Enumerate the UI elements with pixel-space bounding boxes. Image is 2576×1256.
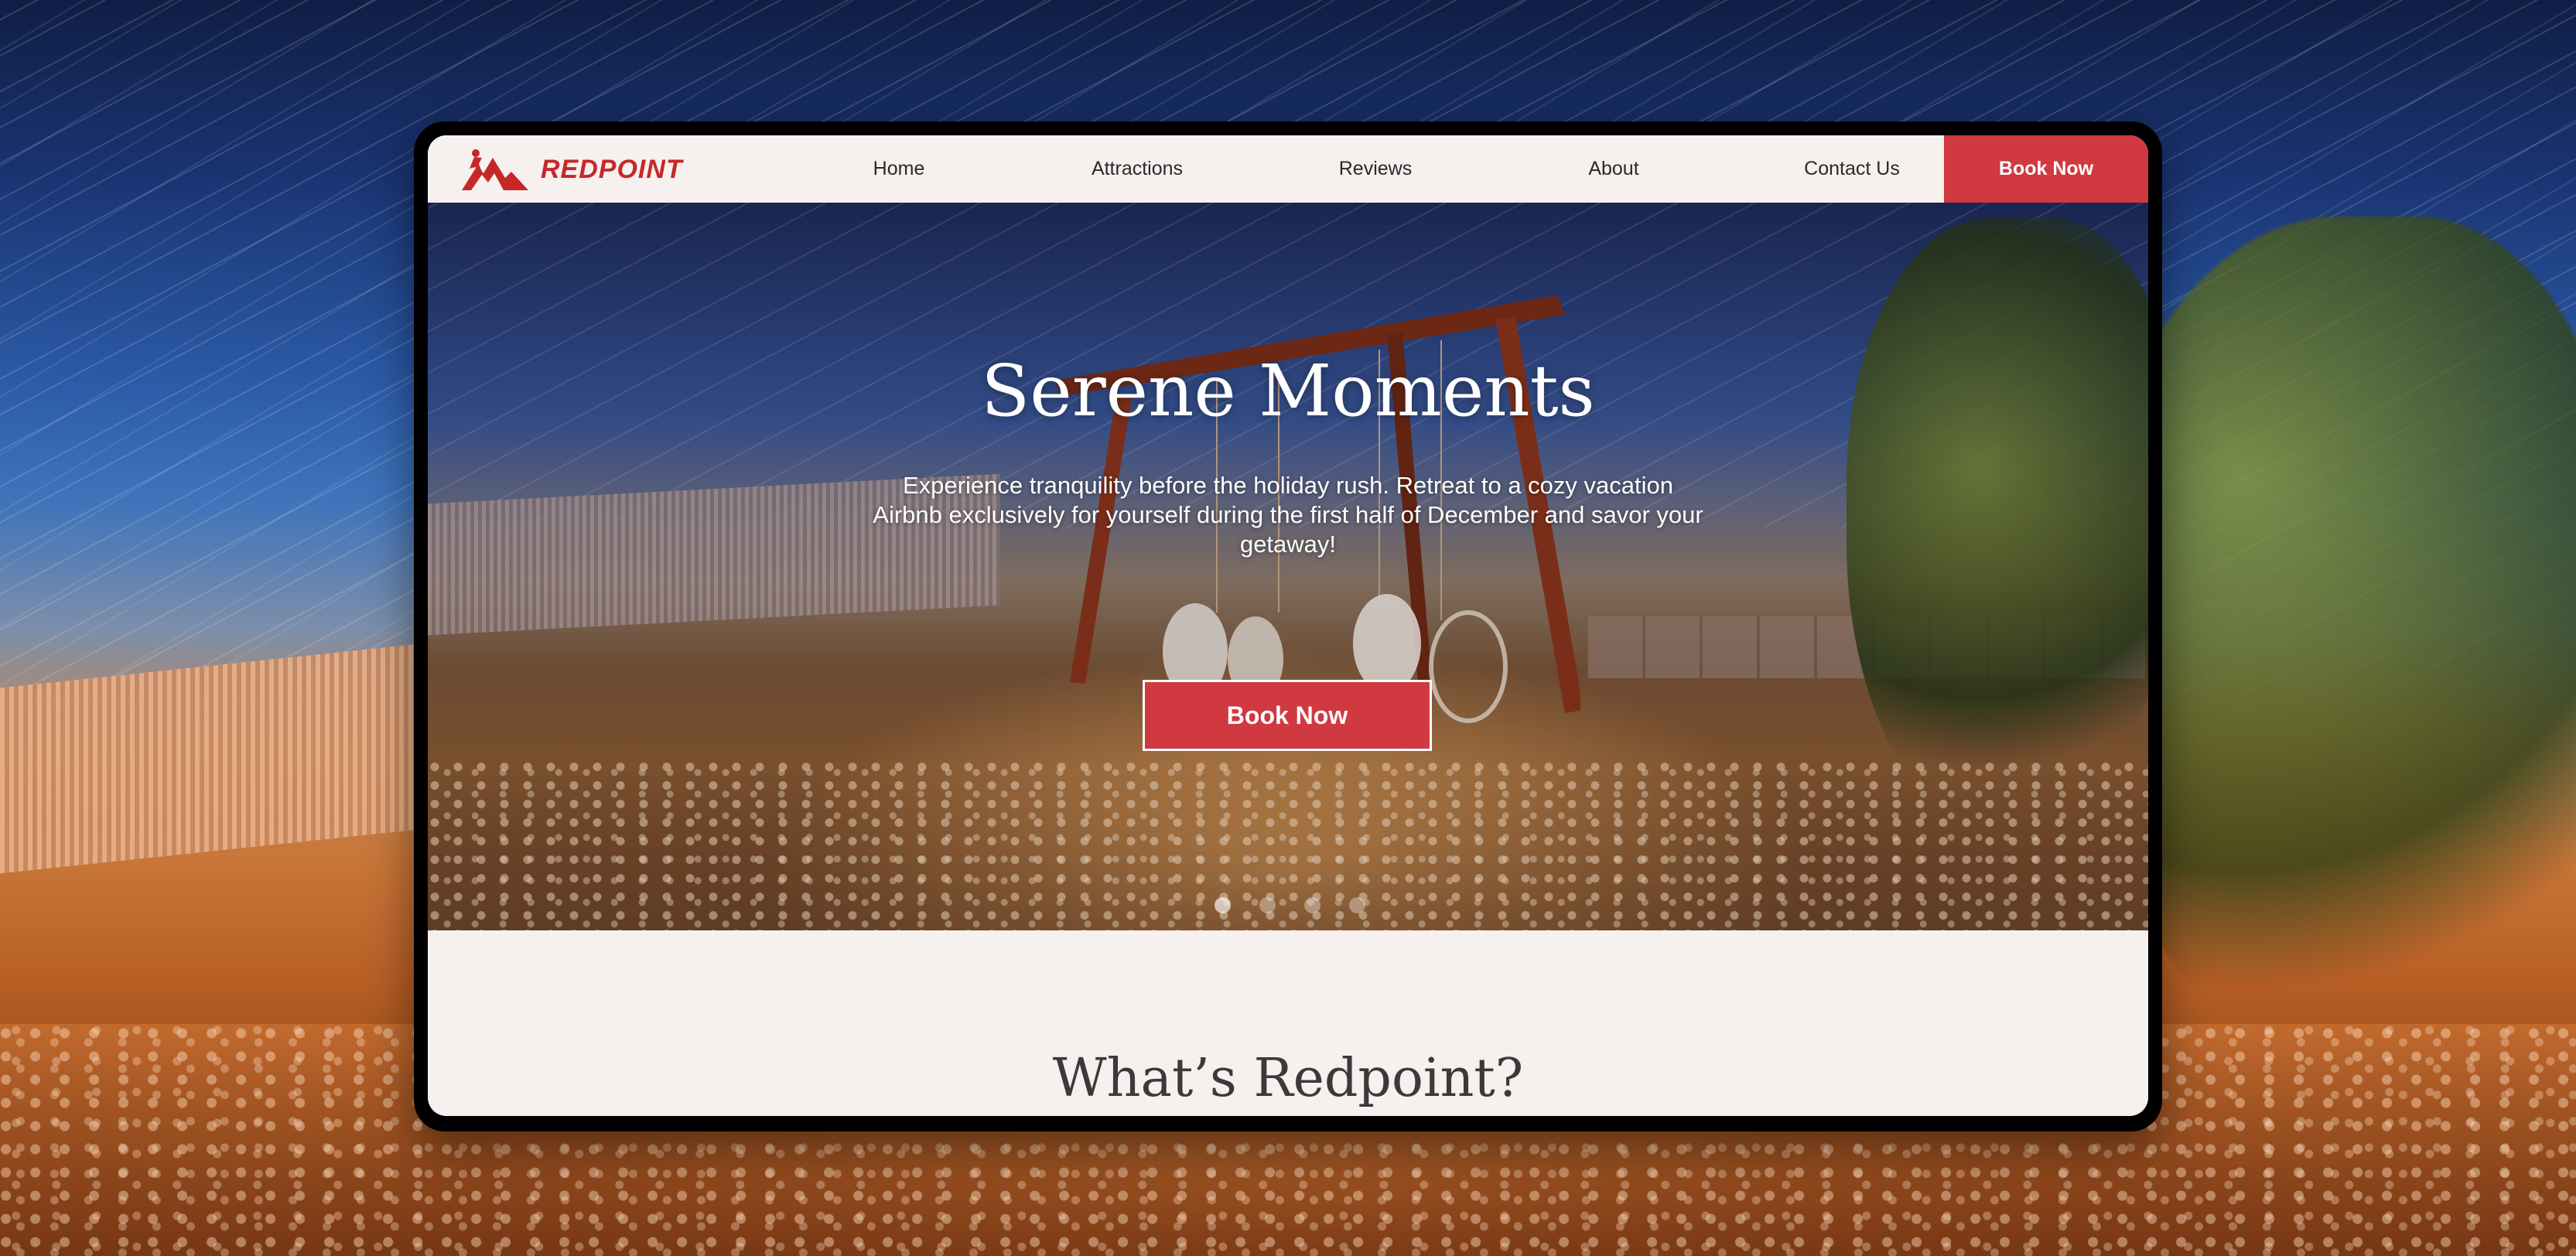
climber-mountain-logo-icon: [462, 149, 528, 190]
navbar: REDPOINT Home Attractions Reviews About …: [428, 135, 2148, 203]
nav-book-now-button[interactable]: Book Now: [1944, 135, 2148, 203]
nav-links: Home Attractions Reviews About Contact U…: [780, 135, 1971, 203]
slide-dot-2[interactable]: [1259, 897, 1276, 913]
slide-dot-3[interactable]: [1304, 897, 1320, 913]
nav-link-attractions[interactable]: Attractions: [1018, 158, 1256, 180]
hero-overlay: [428, 203, 2148, 930]
brand-logo[interactable]: REDPOINT: [460, 146, 683, 193]
hero-book-now-button[interactable]: Book Now: [1143, 680, 1432, 751]
nav-link-about[interactable]: About: [1495, 158, 1733, 180]
hero-title: Serene Moments: [981, 350, 1595, 432]
nav-link-home[interactable]: Home: [780, 158, 1018, 180]
nav-link-reviews[interactable]: Reviews: [1256, 158, 1495, 180]
slide-dot-1[interactable]: [1215, 897, 1231, 913]
slide-dot-4[interactable]: [1349, 897, 1365, 913]
device-frame: REDPOINT Home Attractions Reviews About …: [414, 121, 2162, 1131]
brand-name: REDPOINT: [541, 154, 683, 184]
section-title: What’s Redpoint?: [1052, 1048, 1524, 1109]
hero-slideshow: Serene Moments Experience tranquility be…: [428, 203, 2148, 930]
website-screen: REDPOINT Home Attractions Reviews About …: [428, 135, 2148, 1116]
nav-link-contact-us[interactable]: Contact Us: [1733, 158, 1971, 180]
slide-dots: [1215, 897, 1365, 913]
hero-subtitle: Experience tranquility before the holida…: [873, 472, 1703, 558]
